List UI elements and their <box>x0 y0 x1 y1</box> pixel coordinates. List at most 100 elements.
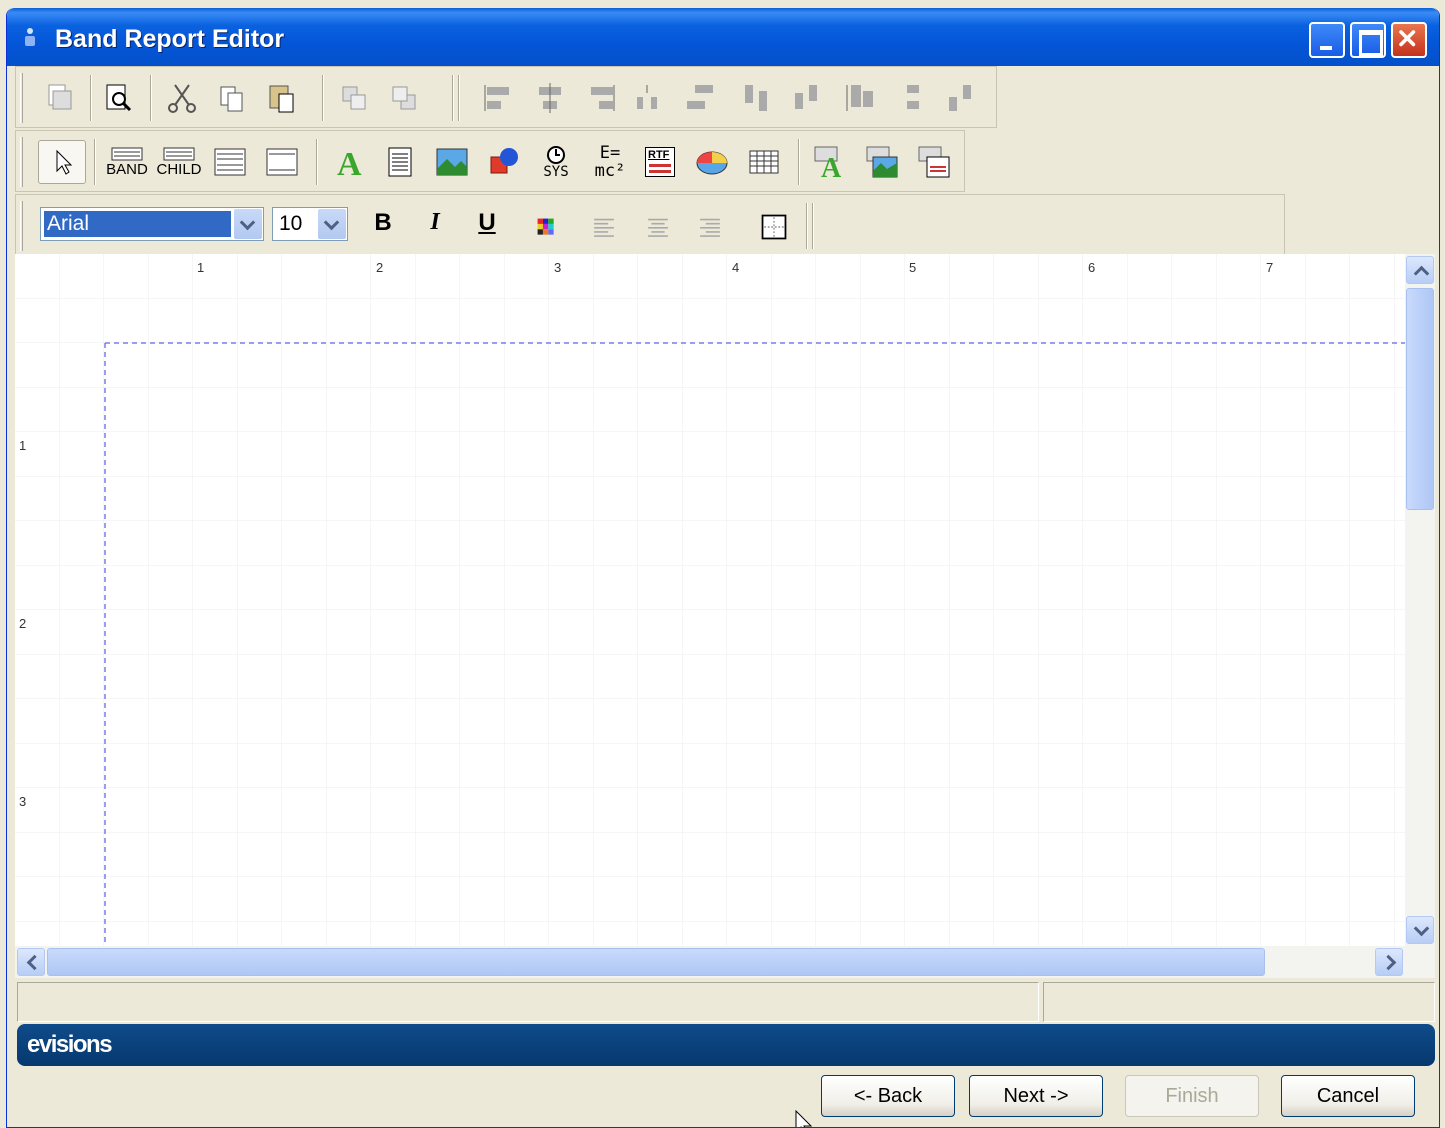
db-text-button[interactable]: A <box>810 140 850 184</box>
space-vertically-button[interactable] <box>942 76 982 120</box>
toolbar-grip[interactable] <box>20 201 23 251</box>
horizontal-scrollbar[interactable] <box>15 946 1435 978</box>
font-size-value: 10 <box>279 212 303 235</box>
center-vertically-button[interactable] <box>890 76 930 120</box>
frame-borders-icon <box>761 214 787 240</box>
center-horizontally-button[interactable] <box>628 76 668 120</box>
align-left-button[interactable] <box>480 76 520 120</box>
chevron-down-icon[interactable] <box>318 209 346 239</box>
space-vertically-icon <box>949 85 971 111</box>
align-vertical-center-icon <box>795 85 817 109</box>
toolbar-grip[interactable] <box>20 137 23 187</box>
scroll-down-button[interactable] <box>1406 916 1434 944</box>
chevron-down-icon[interactable] <box>234 209 262 239</box>
cut-button[interactable] <box>162 76 202 120</box>
send-to-back-button[interactable] <box>384 76 424 120</box>
window-title: Band Report Editor <box>55 25 285 53</box>
underline-button[interactable]: U <box>472 209 502 237</box>
svg-text:A: A <box>337 146 362 179</box>
label-icon: A <box>337 146 362 179</box>
page-setup-icon <box>48 84 72 110</box>
paste-button[interactable] <box>262 76 302 120</box>
db-richtext-button[interactable] <box>914 140 954 184</box>
toolbar-separator <box>94 139 96 185</box>
font-size-select[interactable]: 10 <box>272 207 348 241</box>
subdetail-band-button[interactable] <box>210 140 250 184</box>
next-button[interactable]: Next -> <box>969 1075 1103 1117</box>
frame-borders-button[interactable] <box>754 205 794 249</box>
back-button[interactable]: <- Back <box>821 1075 955 1117</box>
toolbar-separator <box>458 75 460 121</box>
font-color-button[interactable] <box>526 205 566 249</box>
db-text-icon: A <box>814 146 842 179</box>
select-pointer-button[interactable] <box>38 140 86 184</box>
memo-icon <box>388 147 412 177</box>
system-data-button[interactable]: SYS <box>534 140 578 184</box>
ruler-mark-v1: 1 <box>19 438 27 453</box>
horizontal-scroll-thumb[interactable] <box>47 948 1265 976</box>
maximize-button[interactable] <box>1350 22 1386 58</box>
font-name-select[interactable]: Arial <box>40 207 264 241</box>
memo-button[interactable] <box>380 140 420 184</box>
child-band-button[interactable]: CHILD <box>156 140 202 184</box>
align-text-left-icon <box>594 218 614 237</box>
copy-icon <box>220 86 243 112</box>
child-label: CHILD <box>156 161 202 178</box>
chart-button[interactable] <box>692 140 732 184</box>
scroll-up-button[interactable] <box>1406 256 1434 284</box>
finish-button[interactable]: Finish <box>1125 1075 1259 1117</box>
ruler-mark-v3: 3 <box>19 794 27 809</box>
db-image-button[interactable] <box>862 140 902 184</box>
minimize-button[interactable] <box>1309 22 1345 58</box>
expression-label-top: E= <box>599 143 621 163</box>
ruler-mark-h2: 2 <box>376 260 384 275</box>
align-top-icon <box>745 85 767 111</box>
title-bar[interactable]: Band Report Editor <box>7 8 1439 66</box>
toolbar-grip[interactable] <box>20 73 23 123</box>
print-preview-button[interactable] <box>98 76 138 120</box>
italic-button[interactable]: I <box>420 209 450 236</box>
scroll-left-button[interactable] <box>17 948 45 976</box>
select-pointer-icon <box>56 149 73 175</box>
align-text-right-button[interactable] <box>690 205 730 249</box>
cut-icon <box>168 84 196 113</box>
font-color-icon <box>537 218 554 235</box>
align-bottom-button[interactable] <box>840 76 880 120</box>
bring-to-front-button[interactable] <box>334 76 374 120</box>
ruler-mark-h1: 1 <box>197 260 205 275</box>
sys-label: SYS <box>543 164 569 180</box>
group-band-button[interactable] <box>262 140 302 184</box>
shape-button[interactable] <box>484 140 524 184</box>
app-icon <box>25 28 35 46</box>
image-button[interactable] <box>432 140 472 184</box>
close-button[interactable] <box>1391 22 1427 58</box>
chart-icon <box>696 151 728 175</box>
report-design-canvas[interactable]: 1 2 3 4 5 6 7 1 2 3 <box>15 254 1405 946</box>
svg-text:A: A <box>821 153 842 179</box>
align-right-button[interactable] <box>580 76 620 120</box>
align-text-left-button[interactable] <box>584 205 624 249</box>
align-top-button[interactable] <box>738 76 778 120</box>
page-setup-button[interactable] <box>40 76 80 120</box>
mouse-cursor-icon <box>795 1110 813 1127</box>
rich-text-button[interactable]: RTF <box>640 140 680 184</box>
label-button[interactable]: A <box>330 140 370 184</box>
vertical-scroll-thumb[interactable] <box>1406 288 1434 510</box>
align-text-center-icon <box>648 218 668 237</box>
paste-icon <box>269 85 294 113</box>
copy-button[interactable] <box>212 76 252 120</box>
toolbar-separator <box>90 75 92 121</box>
space-horizontally-button[interactable] <box>680 76 720 120</box>
vertical-scrollbar[interactable] <box>1405 254 1435 946</box>
expression-button[interactable]: E= mc² <box>588 140 632 184</box>
expression-label-bottom: mc² <box>594 161 626 181</box>
align-text-center-button[interactable] <box>638 205 678 249</box>
align-horizontal-center-button[interactable] <box>530 76 570 120</box>
table-button[interactable] <box>744 140 784 184</box>
ruler-mark-v2: 2 <box>19 616 27 631</box>
align-vertical-center-button[interactable] <box>788 76 828 120</box>
band-button[interactable]: BAND <box>104 140 150 184</box>
cancel-button[interactable]: Cancel <box>1281 1075 1415 1117</box>
scroll-right-button[interactable] <box>1375 948 1403 976</box>
bold-button[interactable]: B <box>368 209 398 237</box>
